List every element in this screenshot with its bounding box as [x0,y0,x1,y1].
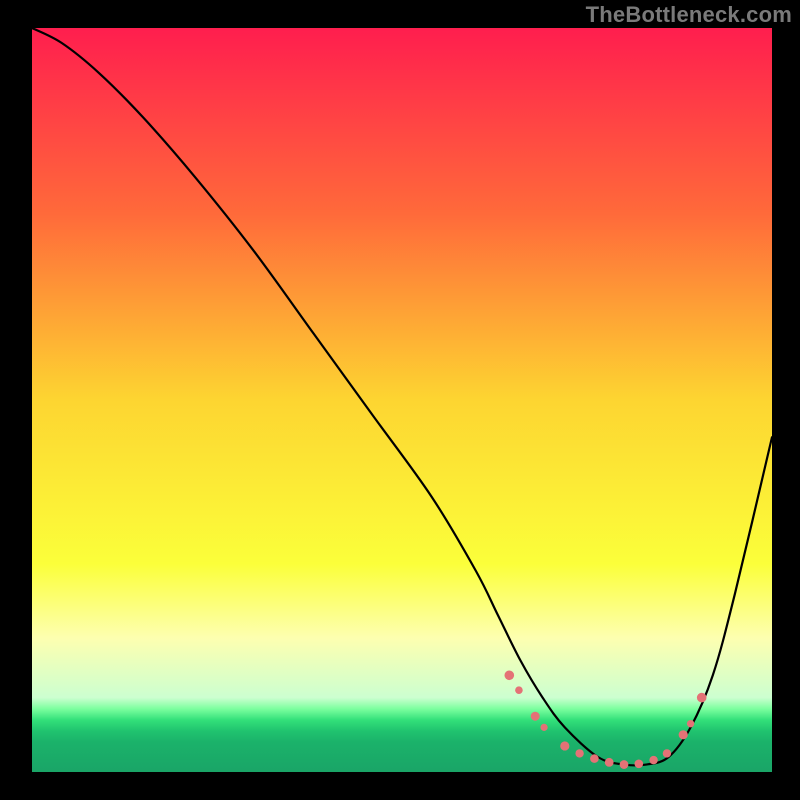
marker-dot [605,758,614,767]
marker-dot [635,760,644,769]
marker-dot [575,749,583,757]
marker-dot [663,749,671,757]
marker-dot [505,670,515,680]
marker-dot [540,724,547,731]
marker-dot [531,712,540,721]
marker-dot [620,760,629,769]
marker-dot [515,686,523,694]
watermark-text: TheBottleneck.com [586,2,792,28]
marker-dot [679,730,688,739]
marker-dot [590,754,599,763]
gradient-background [32,28,772,772]
marker-dot [649,756,657,764]
chart-svg [32,28,772,772]
marker-dot [687,720,694,727]
marker-dot [560,741,569,750]
chart-frame: TheBottleneck.com [0,0,800,800]
plot-area [32,28,772,772]
marker-dot [697,693,707,703]
